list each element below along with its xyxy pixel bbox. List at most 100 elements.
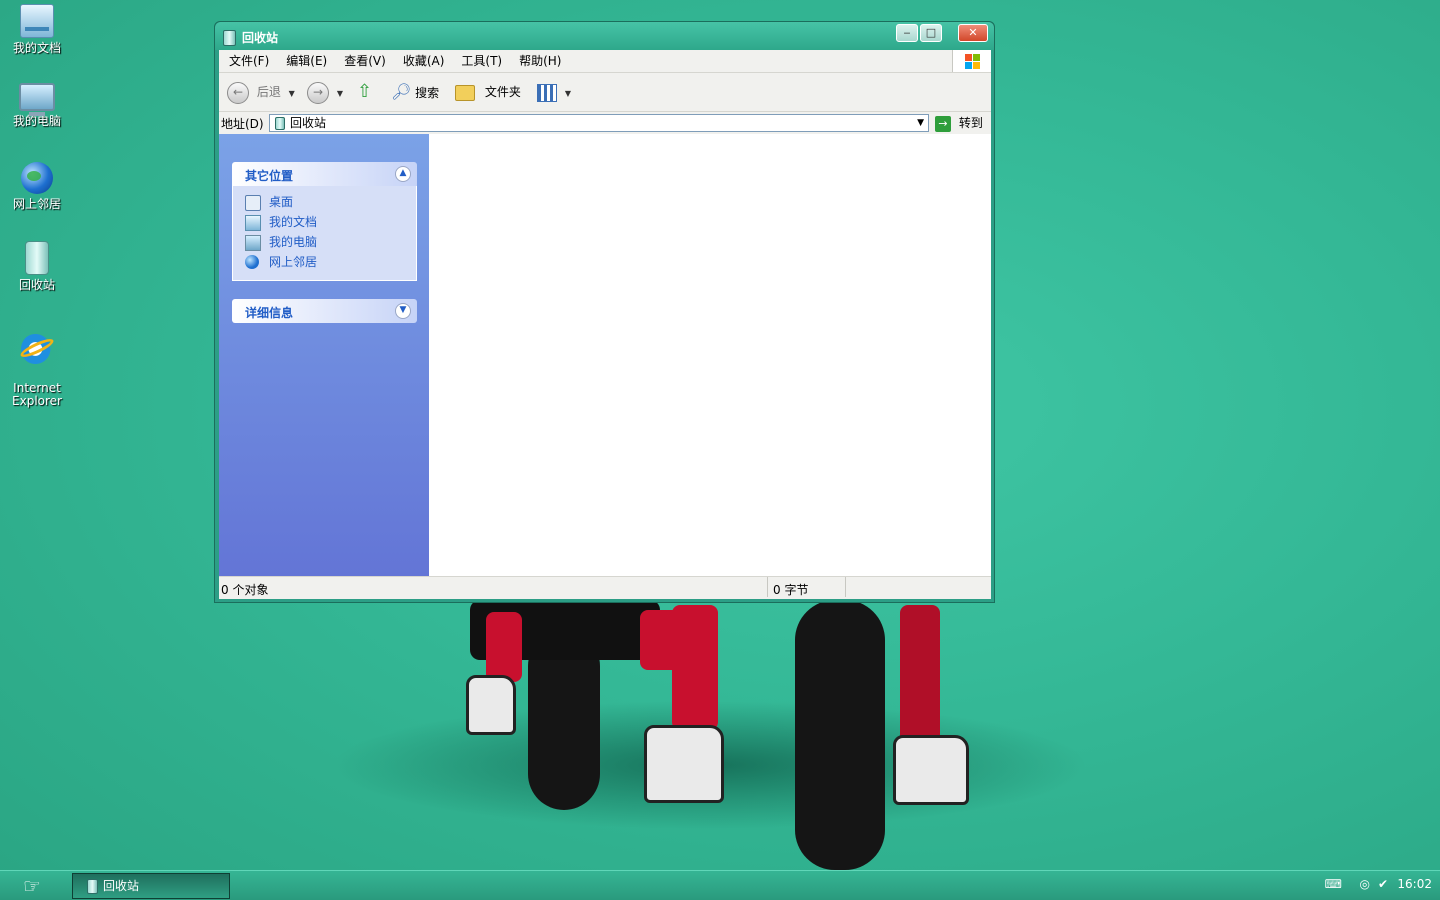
pointing-hand-icon: ☞ xyxy=(23,874,41,898)
window-titlebar[interactable]: 回收站 ‒ □ ✕ xyxy=(215,22,994,50)
wallpaper-rider-leg xyxy=(672,605,718,730)
desktop-icon-label: 回收站 xyxy=(18,278,55,292)
expand-icon[interactable]: ▼ xyxy=(395,303,411,319)
go-button[interactable]: → 转到 xyxy=(935,114,983,132)
wallpaper-shoe xyxy=(644,725,724,803)
recycle-bin-icon xyxy=(223,30,236,46)
network-status-icon[interactable]: ✔ xyxy=(1378,877,1388,891)
taskbar: ☞ 回收站 ⌨ ◎ ✔ 16:02 xyxy=(0,870,1440,900)
taskbar-button-recycle-bin[interactable]: 回收站 xyxy=(72,873,230,899)
window-title: 回收站 xyxy=(242,31,279,45)
place-link-label: 我的文档 xyxy=(269,215,318,229)
my-documents-icon xyxy=(245,215,261,231)
desktop-icon-label: 网上邻居 xyxy=(12,197,61,211)
window-client: 文件(F) 编辑(E) 查看(V) 收藏(A) 工具(T) 帮助(H) ← 后退 ▼ → … xyxy=(219,50,991,599)
menu-favorites[interactable]: 收藏(A) xyxy=(396,50,452,72)
desktop-icon-my-documents[interactable]: 我的文档 xyxy=(6,4,68,55)
address-bar: 地址(D) 回收站 ▼ → 转到 xyxy=(219,112,991,135)
desktop-icon-my-computer[interactable]: 我的电脑 xyxy=(6,83,68,128)
address-dropdown-icon[interactable]: ▼ xyxy=(917,115,924,131)
recycle-bin-window: 回收站 ‒ □ ✕ 文件(F) 编辑(E) 查看(V) 收藏(A) 工具(T) 帮助(H)… xyxy=(214,21,995,603)
details-header[interactable]: 详细信息 ▼ xyxy=(232,299,417,323)
task-pane: 其它位置 ▲ 桌面 我的文档 我的电脑 网上邻居 详细信息 ▼ xyxy=(219,134,429,577)
collapse-icon[interactable]: ▲ xyxy=(395,166,411,182)
up-folder-icon[interactable]: ⇧ xyxy=(357,81,372,103)
place-link-desktop[interactable]: 桌面 xyxy=(245,192,416,212)
other-places-header[interactable]: 其它位置 ▲ xyxy=(232,162,417,186)
menu-tools[interactable]: 工具(T) xyxy=(454,50,509,72)
volume-icon[interactable]: ◎ xyxy=(1360,877,1370,891)
taskbar-button-label: 回收站 xyxy=(103,879,140,893)
other-places-list: 桌面 我的文档 我的电脑 网上邻居 xyxy=(232,186,417,281)
recycle-bin-icon xyxy=(25,241,49,275)
wallpaper-shoe xyxy=(893,735,969,805)
window-body: 其它位置 ▲ 桌面 我的文档 我的电脑 网上邻居 详细信息 ▼ xyxy=(219,134,991,577)
wallpaper-front-tire xyxy=(795,600,885,870)
menu-edit[interactable]: 编辑(E) xyxy=(279,50,334,72)
my-computer-icon xyxy=(19,83,55,116)
start-button[interactable]: ☞ xyxy=(10,874,54,898)
place-link-label: 桌面 xyxy=(269,195,294,209)
views-dropdown-icon: ▼ xyxy=(564,89,571,98)
menu-help[interactable]: 帮助(H) xyxy=(512,50,568,72)
desktop-icon-label: Internet Explorer xyxy=(12,381,62,408)
status-divider xyxy=(767,577,768,597)
place-link-label: 我的电脑 xyxy=(269,235,318,249)
wallpaper-rider-leg xyxy=(900,605,940,745)
address-field[interactable]: 回收站 ▼ xyxy=(269,114,929,132)
menu-view[interactable]: 查看(V) xyxy=(337,50,393,72)
search-label: 搜索 xyxy=(415,86,440,100)
maximize-button[interactable]: □ xyxy=(920,24,942,42)
wallpaper-rider-leg xyxy=(486,612,522,682)
internet-explorer-icon xyxy=(21,333,53,365)
desktop-icon-internet-explorer[interactable]: Internet Explorer xyxy=(6,320,68,421)
other-places-panel: 其它位置 ▲ 桌面 我的文档 我的电脑 网上邻居 xyxy=(232,162,417,281)
desktop-icon-network-places[interactable]: 网上邻居 xyxy=(6,162,68,211)
details-panel: 详细信息 ▼ xyxy=(232,299,417,323)
back-arrow-icon: ← xyxy=(227,81,249,104)
place-link-my-computer[interactable]: 我的电脑 xyxy=(245,232,416,252)
place-link-my-documents[interactable]: 我的文档 xyxy=(245,212,416,232)
network-places-icon xyxy=(245,255,259,269)
address-label: 地址(D) xyxy=(221,117,264,131)
menu-file[interactable]: 文件(F) xyxy=(222,50,276,72)
folder-icon xyxy=(455,84,475,101)
minimize-button[interactable]: ‒ xyxy=(896,24,918,42)
clock[interactable]: 16:02 xyxy=(1397,877,1432,891)
back-dropdown-icon[interactable]: ▼ xyxy=(289,89,295,98)
desktop-icon xyxy=(245,195,261,211)
views-grid-icon xyxy=(537,83,557,102)
status-bar: 0 个对象 0 字节 xyxy=(219,576,991,599)
desktop-icon-label: 我的电脑 xyxy=(12,114,61,128)
status-divider xyxy=(845,577,846,597)
wallpaper-shoe xyxy=(466,675,516,735)
folders-button[interactable]: 文件夹 xyxy=(455,81,521,103)
go-label: 转到 xyxy=(958,116,983,130)
forward-dropdown-icon[interactable]: ▼ xyxy=(337,89,343,98)
folders-label: 文件夹 xyxy=(484,85,521,99)
menu-bar: 文件(F) 编辑(E) 查看(V) 收藏(A) 工具(T) 帮助(H) xyxy=(219,50,991,73)
search-icon: 🔎︎ xyxy=(391,82,412,101)
standard-toolbar: ← 后退 ▼ → ▼ ⇧ 🔎︎ 搜索 文件夹 ▼ xyxy=(219,73,991,112)
go-arrow-icon: → xyxy=(935,115,951,132)
desktop-icon-label: 我的文档 xyxy=(12,41,61,55)
back-button[interactable]: ← 后退 ▼ xyxy=(227,81,295,104)
desktop-icon-recycle-bin[interactable]: 回收站 xyxy=(6,241,68,292)
status-size: 0 字节 xyxy=(773,583,809,597)
forward-arrow-icon: → xyxy=(307,81,329,104)
views-button[interactable]: ▼ xyxy=(537,81,571,103)
my-documents-icon xyxy=(20,4,54,38)
my-computer-icon xyxy=(245,235,261,251)
back-label: 后退 xyxy=(256,85,281,99)
close-button[interactable]: ✕ xyxy=(958,24,988,42)
search-button[interactable]: 🔎︎ 搜索 xyxy=(391,81,439,103)
address-value: 回收站 xyxy=(290,116,327,130)
network-places-icon xyxy=(21,162,53,194)
status-object-count: 0 个对象 xyxy=(221,583,269,597)
file-list-area[interactable] xyxy=(429,134,991,577)
forward-button[interactable]: → ▼ xyxy=(307,81,343,104)
place-link-label: 网上邻居 xyxy=(269,255,318,269)
keyboard-icon[interactable]: ⌨ xyxy=(1325,877,1342,891)
place-link-network-places[interactable]: 网上邻居 xyxy=(245,252,416,272)
other-places-title: 其它位置 xyxy=(245,169,294,183)
